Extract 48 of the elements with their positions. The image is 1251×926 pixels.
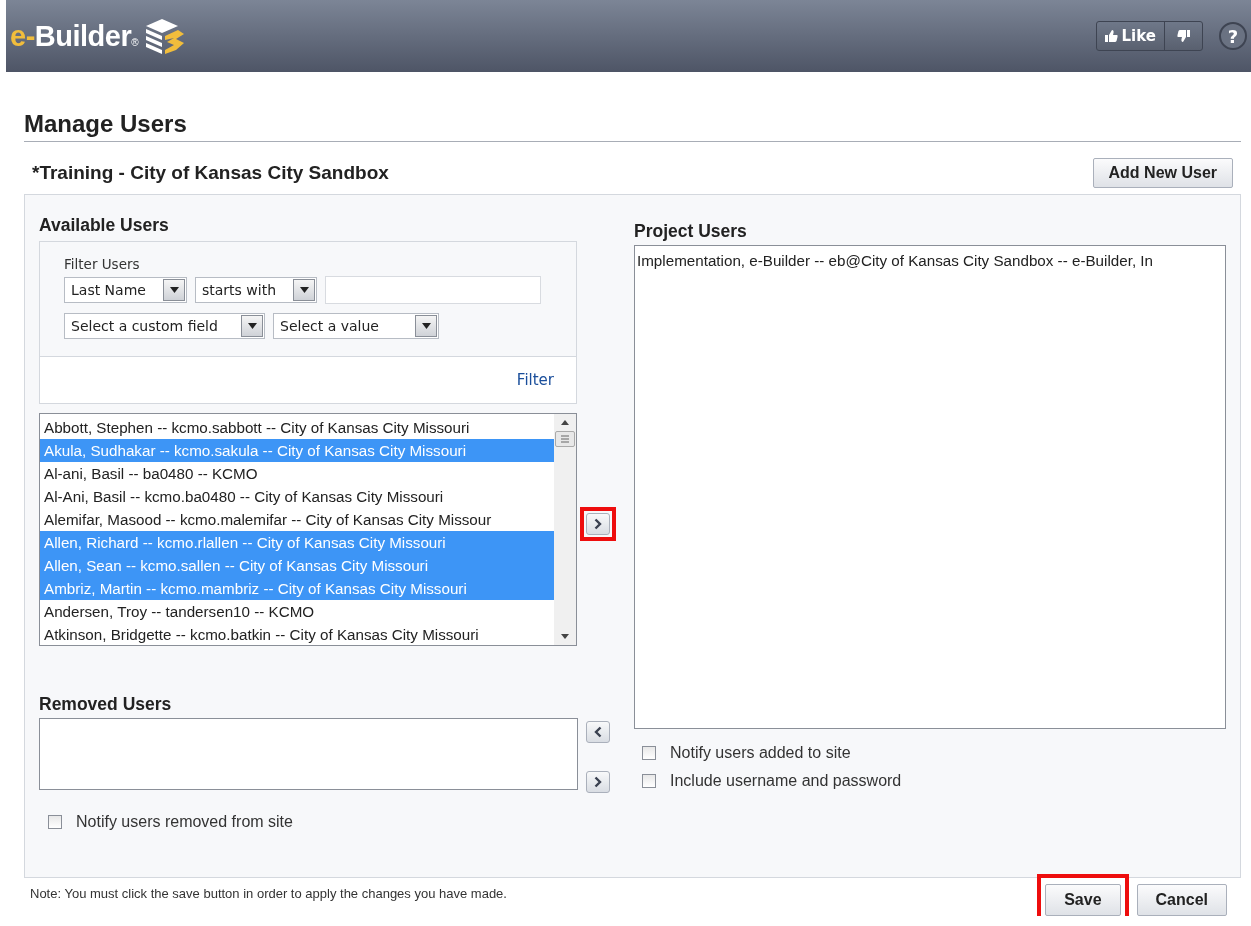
dropdown-arrow-icon — [247, 323, 257, 329]
checkbox-label: Notify users added to site — [670, 744, 851, 762]
user-list-item[interactable]: Al-ani, Basil -- ba0480 -- KCMO — [40, 462, 554, 485]
checkbox[interactable] — [48, 815, 62, 829]
help-button[interactable]: ? — [1219, 22, 1247, 50]
grip-icon — [559, 434, 571, 444]
thumbs-down-icon — [1177, 30, 1190, 42]
dropdown-arrow-icon — [421, 323, 431, 329]
user-list-item[interactable]: Alemifar, Masood -- kcmo.malemifar -- City of Kansas City Missour — [40, 508, 554, 531]
note-text: Note: You must click the save button in order to apply the changes you have made. — [30, 886, 507, 901]
checkbox-label: Include username and password — [670, 772, 902, 790]
page-title: Manage Users — [24, 110, 1241, 142]
project-title: *Training - City of Kansas City Sandbox — [32, 162, 389, 184]
chevron-right-icon — [594, 776, 602, 788]
filter-label: Filter Users — [64, 256, 141, 272]
filter-input[interactable] — [325, 276, 541, 304]
thumbs-up-icon — [1104, 30, 1118, 42]
checkbox[interactable] — [642, 774, 656, 788]
checkbox[interactable] — [642, 746, 656, 760]
filter-link[interactable]: Filter — [516, 371, 554, 389]
chevron-right-icon — [594, 518, 602, 530]
save-button[interactable]: Save — [1045, 884, 1121, 916]
dropdown[interactable]: Last Name — [64, 277, 187, 303]
remove-button[interactable] — [586, 721, 610, 743]
add-new-user-button[interactable]: Add New User — [1092, 158, 1233, 188]
section-heading: Project Users — [634, 221, 748, 243]
dropdown[interactable]: Select a custom field — [64, 313, 265, 339]
scroll-thumb[interactable] — [555, 431, 575, 447]
chevron-left-icon — [594, 726, 602, 738]
section-heading: Removed Users — [39, 694, 173, 716]
add-button[interactable] — [586, 771, 610, 793]
dropdown-arrow-icon — [299, 287, 309, 293]
user-list-item[interactable]: Atkinson, Bridgette -- kcmo.batkin -- City of Kansas City Missouri — [40, 623, 554, 645]
checkbox-label: Notify users removed from site — [76, 813, 293, 831]
dropdown[interactable]: starts with — [195, 277, 317, 303]
scroll-up-arrow-icon[interactable] — [560, 419, 570, 425]
cancel-button[interactable]: Cancel — [1136, 884, 1227, 916]
user-list-item[interactable]: Abbott, Stephen -- kcmo.sabbott -- City of Kansas City Missouri — [40, 416, 554, 439]
add-button[interactable] — [586, 513, 610, 535]
dropdown[interactable]: Select a value — [273, 313, 439, 339]
user-list-item[interactable]: Andersen, Troy -- tandersen10 -- KCMO — [40, 600, 554, 623]
scrollbar[interactable] — [554, 414, 576, 645]
user-list-item[interactable]: Al-Ani, Basil -- kcmo.ba0480 -- City of Kansas City Missouri — [40, 485, 554, 508]
user-list-item[interactable]: Implementation, e-Builder -- eb@City of Kansas City Sandbox -- e-Builder, In — [635, 250, 1225, 272]
dropdown-arrow-icon — [169, 287, 179, 293]
scroll-down-arrow-icon[interactable] — [560, 634, 570, 640]
section-heading: Available Users — [39, 215, 170, 237]
logo-text: e-Builder® — [10, 19, 139, 53]
